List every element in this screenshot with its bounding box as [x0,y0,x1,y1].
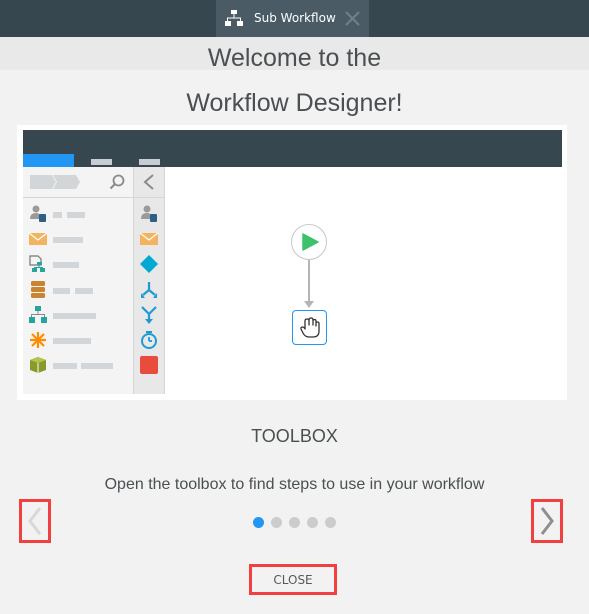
placeholder-bar [53,338,91,344]
package-icon [30,357,46,373]
start-node [291,224,327,260]
user-assign-icon [141,205,157,222]
close-icon[interactable] [344,10,361,27]
timer-icon [141,331,157,349]
placeholder-bar [53,288,70,294]
mock-collapse-row [134,167,164,198]
decision-diamond-icon [140,255,158,273]
mock-tab-active [23,154,74,167]
asterisk-icon [30,332,46,348]
pagination-dots [253,517,336,528]
database-icon [31,281,45,298]
page-dot-3[interactable] [289,517,300,528]
sitemap-icon [225,10,243,26]
split-icon [141,282,157,298]
mock-toolbox-panel [23,167,134,394]
mock-tab [139,159,160,165]
email-icon [29,232,47,245]
merge-icon [141,306,157,324]
drop-target-node [292,310,327,345]
search-icon [109,174,125,190]
sitemap-icon [29,306,47,323]
page-dot-2[interactable] [271,517,282,528]
step-title: TOOLBOX [251,426,338,446]
placeholder-bar [53,363,77,369]
page-dot-5[interactable] [325,517,336,528]
page-dot-4[interactable] [307,517,318,528]
mock-header [23,130,562,167]
play-icon [302,233,319,251]
welcome-title-line1: Welcome to the [207,44,382,72]
breadcrumb-shape [30,175,80,189]
close-button[interactable]: CLOSE [249,564,337,595]
placeholder-bar [81,363,113,369]
next-button[interactable] [531,499,563,543]
previous-button[interactable] [19,499,51,543]
placeholder-bar [67,212,85,218]
top-bar: Sub Workflow [0,0,589,37]
placeholder-bar [53,237,83,243]
placeholder-bar [53,313,96,319]
hand-pointer-icon [300,317,320,338]
placeholder-bar [53,262,79,268]
user-assign-icon [30,205,46,222]
connector-line [308,260,310,304]
step-description: Open the toolbox to find steps to use in… [104,476,485,493]
tab-sub-workflow[interactable]: Sub Workflow [216,0,369,37]
mock-tab [91,159,112,165]
form-workflow-icon [29,255,45,272]
mock-search-row [23,167,133,198]
placeholder-bar [53,212,62,218]
placeholder-bar [75,288,93,294]
page-dot-1[interactable] [253,517,264,528]
connector-arrow [304,301,314,308]
illustration-card [17,125,567,400]
chevron-left-icon [143,174,154,190]
chevron-right-icon [540,507,554,535]
tab-label: Sub Workflow [254,11,336,25]
stop-icon [140,356,158,374]
chevron-left-icon [28,507,42,535]
mock-collapsed-panel [134,167,165,394]
welcome-title-line2: Workflow Designer! [186,89,403,117]
email-icon [140,232,158,245]
